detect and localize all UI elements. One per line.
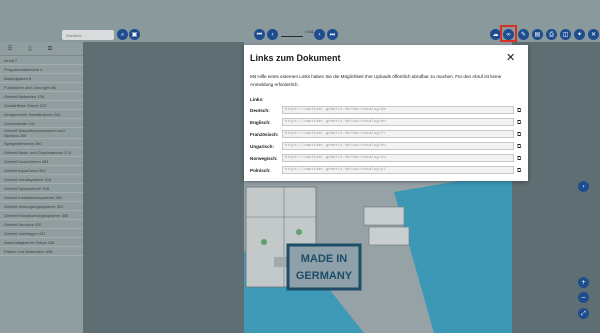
copy-icon[interactable]: ⧉	[517, 143, 524, 150]
top-toolbar: ⌕ ▣ ⏮ ‹ / 441 › ⏭ ☁ ∞ ✎ ▤ ⎙ ◫ ✦ ✕	[0, 0, 600, 42]
link-row: Polnisch: https://sanitaer.geberit.de/doc…	[250, 166, 524, 176]
next-page-side-icon[interactable]: ›	[578, 181, 589, 192]
search-input[interactable]	[66, 31, 112, 39]
toc-item[interactable]: Bauaufgaben 8	[0, 74, 83, 83]
toc-item[interactable]: Geberit Unterlagen 421	[0, 229, 83, 238]
link-button-highlight	[500, 25, 517, 42]
chevron-right-icon[interactable]: ›	[314, 29, 325, 40]
skip-back-icon[interactable]: ⏮	[254, 29, 265, 40]
link-row: Norwegisch: https://sanitaer.geberit.de/d…	[250, 154, 524, 164]
link-language-label: Französisch:	[250, 132, 279, 137]
toc-item[interactable]: Funktionen und Lösungen 86	[0, 83, 83, 92]
toc-item[interactable]: Geberit Urinalsysteme 316	[0, 175, 83, 184]
page-total: / 441	[305, 29, 314, 34]
search-icon[interactable]: ⌕	[117, 29, 128, 40]
toc-item[interactable]: Inhalt 2	[0, 56, 83, 65]
print-icon[interactable]: ⎙	[546, 29, 557, 40]
toc-item[interactable]: Kindgerechte Sanitärräume 226	[0, 110, 83, 119]
toc-item[interactable]: Geberit Spülsysteme 328	[0, 184, 83, 193]
toc-item[interactable]: Nachhaltigkeit im Fokus 428	[0, 238, 83, 247]
zoom-in-icon[interactable]: +	[578, 277, 589, 288]
toc-item[interactable]: Geberit Versorgungssysteme 393	[0, 202, 83, 211]
toc-item[interactable]: Spiegelelemente 260	[0, 139, 83, 148]
toc-item[interactable]: Geberit AquaClean 304	[0, 166, 83, 175]
toc-list: Inhalt 2 Programmübersicht 4 Bauaufgaben 8…	[0, 56, 83, 256]
links-dialog: Links zum Dokument ✕ Mit Hilfe eines ext…	[244, 45, 528, 181]
toc-item[interactable]: Geberit Duschrinnen 284	[0, 157, 83, 166]
tools-icon[interactable]: ✦	[574, 29, 585, 40]
dialog-title: Links zum Dokument	[250, 53, 341, 63]
copy-icon[interactable]: ⧉	[517, 119, 524, 126]
link-url-field[interactable]: https://sanitaer.geberit.de/doc/catalog/…	[282, 142, 514, 150]
sidebar-tabs: ☰ ▯ ⧉	[0, 42, 83, 56]
zoom-out-icon[interactable]: −	[578, 292, 589, 303]
book-icon[interactable]: ▤	[532, 29, 543, 40]
list-icon[interactable]: ☰	[6, 45, 14, 53]
copy-icon[interactable]: ⧉	[517, 107, 524, 114]
link-row: Englisch: https://sanitaer.geberit.de/doc…	[250, 118, 524, 128]
file-icon[interactable]: ▯	[26, 45, 34, 53]
image-gallery-icon[interactable]: ▣	[129, 29, 140, 40]
skip-forward-icon[interactable]: ⏭	[327, 29, 338, 40]
toc-item[interactable]: Geberit Services 420	[0, 220, 83, 229]
search-box[interactable]	[62, 30, 114, 40]
page-number-input[interactable]	[281, 31, 303, 37]
pages-icon[interactable]: ⧉	[46, 45, 54, 53]
dialog-description: Mit Hilfe eines externen Links haben Sie…	[250, 74, 502, 87]
pencil-icon[interactable]: ✎	[518, 29, 529, 40]
copy-icon[interactable]: ⧉	[517, 155, 524, 162]
close-icon[interactable]: ✕	[588, 29, 599, 40]
link-language-label: Ungarisch:	[250, 144, 274, 149]
link-url-field[interactable]: https://sanitaer.geberit.de/doc/catalog/…	[282, 154, 514, 162]
toc-item[interactable]: Geberit Waschtischarmaturen und Siphons …	[0, 128, 83, 139]
link-url-field[interactable]: https://sanitaer.geberit.de/doc/catalog/…	[282, 118, 514, 126]
link-url-field[interactable]: https://sanitaer.geberit.de/doc/catalog/…	[282, 106, 514, 114]
toc-item[interactable]: Geberit Installationssysteme 350	[0, 193, 83, 202]
fullscreen-icon[interactable]: ⤢	[578, 308, 589, 319]
toc-item[interactable]: Geberit Badserien 108	[0, 92, 83, 101]
copy-icon[interactable]: ⧉	[517, 167, 524, 174]
toc-item[interactable]: Fakten und Materialien 436	[0, 247, 83, 256]
toc-item[interactable]: Geberit Entwässerungssysteme 408	[0, 211, 83, 220]
link-language-label: Deutsch:	[250, 108, 270, 113]
link-url-field[interactable]: https://sanitaer.geberit.de/doc/catalog/…	[282, 130, 514, 138]
link-language-label: Norwegisch:	[250, 156, 278, 161]
links-label: Links:	[250, 97, 264, 102]
stamp-line-1: MADE IN	[301, 253, 348, 265]
chevron-left-icon[interactable]: ‹	[267, 29, 278, 40]
link-url-field[interactable]: https://sanitaer.geberit.de/doc/catalog/…	[282, 166, 514, 174]
toc-item[interactable]: Sanitärfliese Ebene 222	[0, 101, 83, 110]
close-icon[interactable]: ✕	[506, 52, 515, 63]
stamp-line-2: GERMANY	[296, 270, 353, 282]
toc-item[interactable]: Programmübersicht 4	[0, 65, 83, 74]
copy-icon[interactable]: ⧉	[517, 131, 524, 138]
sidebar-toc: ☰ ▯ ⧉ Inhalt 2 Programmübersicht 4 Bauaufg…	[0, 42, 83, 333]
link-language-label: Polnisch:	[250, 168, 271, 173]
link-row: Deutsch: https://sanitaer.geberit.de/doc/…	[250, 106, 524, 116]
toc-item[interactable]: Geberit Bade- und Duschwannen 274	[0, 148, 83, 157]
shopping-bag-icon[interactable]: ◫	[560, 29, 571, 40]
toc-item[interactable]: Duschwände 240	[0, 119, 83, 128]
link-row: Französisch: https://sanitaer.geberit.de/…	[250, 130, 524, 140]
link-row: Ungarisch: https://sanitaer.geberit.de/do…	[250, 142, 524, 152]
link-language-label: Englisch:	[250, 120, 271, 125]
